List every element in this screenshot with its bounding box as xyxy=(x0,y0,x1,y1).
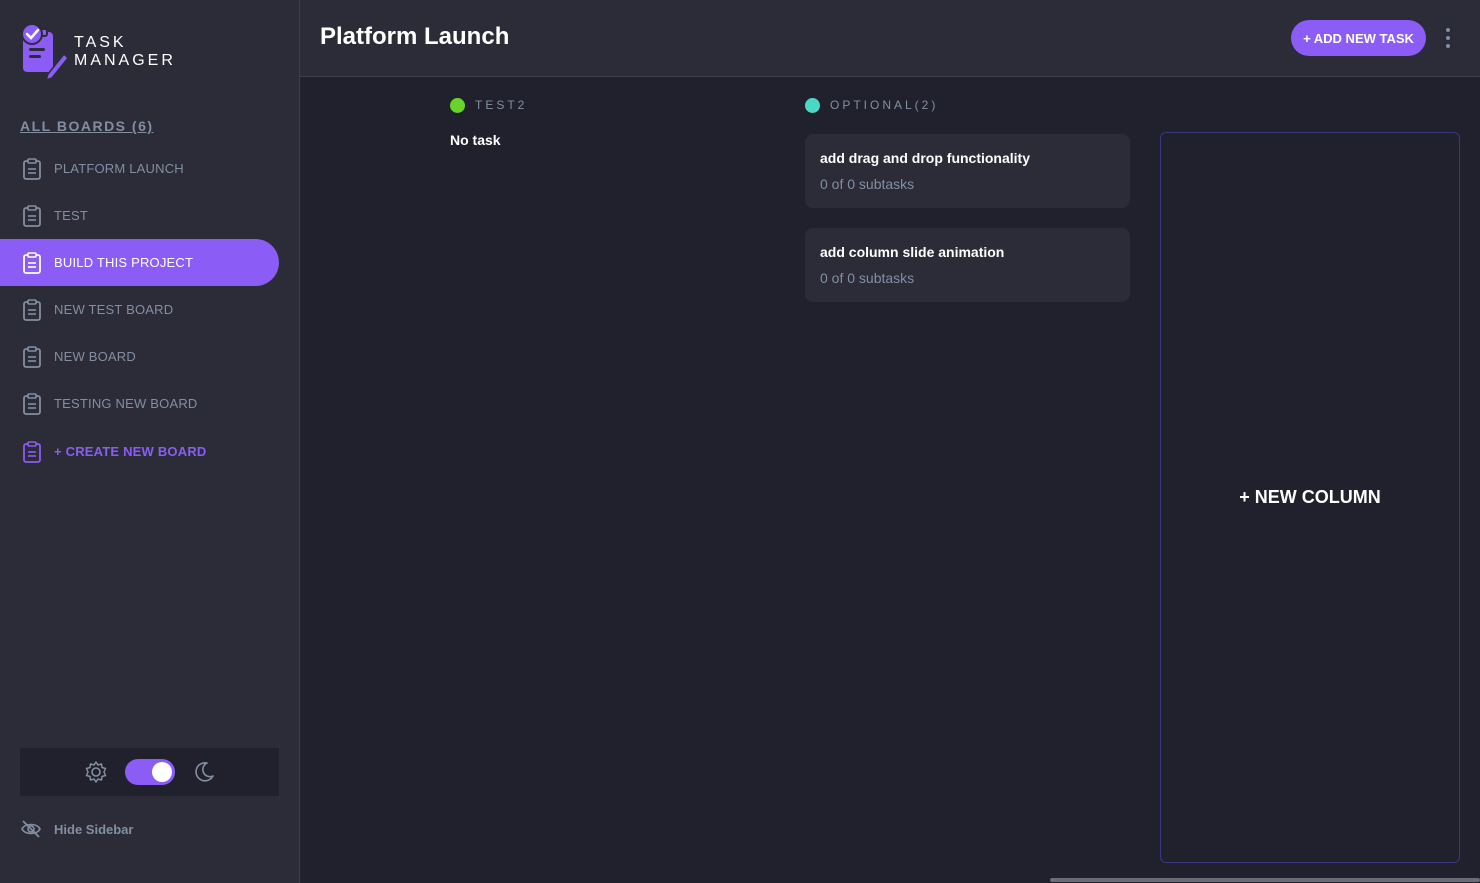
task-card[interactable]: add drag and drop functionality 0 of 0 s… xyxy=(805,134,1130,208)
clipboard-icon xyxy=(23,298,41,321)
theme-toggle[interactable] xyxy=(124,759,175,785)
sidebar-item-new-test-board[interactable]: NEW TEST BOARD xyxy=(0,286,279,333)
task-subtasks: 0 of 0 subtasks xyxy=(820,270,915,286)
header: Platform Launch + ADD NEW TASK xyxy=(300,0,1480,77)
column-color-dot xyxy=(450,97,465,113)
board-list: PLATFORM LAUNCH TEST BUILD THIS PROJECT … xyxy=(0,145,279,475)
sidebar-item-label: BUILD THIS PROJECT xyxy=(54,255,194,270)
clipboard-icon xyxy=(23,345,41,368)
clipboard-icon xyxy=(23,392,41,415)
dark-theme-icon xyxy=(194,762,214,782)
theme-switcher xyxy=(20,748,279,796)
new-column-button[interactable]: + NEW COLUMN xyxy=(1160,132,1460,863)
column-title: TEST2 xyxy=(475,98,528,112)
app: TASK MANAGER ALL BOARDS (6) PLATFORM LAU… xyxy=(0,0,1480,883)
task-subtasks: 0 of 0 subtasks xyxy=(820,176,915,192)
sidebar-item-label: NEW BOARD xyxy=(54,349,136,364)
logo-text: TASK MANAGER xyxy=(74,34,176,70)
column-title: OPTIONAL(2) xyxy=(830,98,939,112)
sidebar-item-label: TESTING NEW BOARD xyxy=(54,396,198,411)
toggle-knob xyxy=(151,762,172,782)
create-new-board-button[interactable]: + CREATE NEW BOARD xyxy=(0,428,279,475)
horizontal-scrollbar[interactable] xyxy=(1050,878,1480,882)
board-column-test2: TEST2 No task xyxy=(450,96,775,148)
clipboard-icon xyxy=(23,251,41,274)
sidebar-item-build-this-project[interactable]: BUILD THIS PROJECT xyxy=(0,239,279,286)
sidebar-item-testing-new-board[interactable]: TESTING NEW BOARD xyxy=(0,380,279,427)
clipboard-icon xyxy=(23,157,41,180)
light-theme-icon xyxy=(85,761,106,783)
column-header: TEST2 xyxy=(450,96,775,114)
column-color-dot xyxy=(805,97,820,113)
sidebar-item-test[interactable]: TEST xyxy=(0,192,279,239)
task-title: add drag and drop functionality xyxy=(820,150,1030,166)
create-new-board-label: + CREATE NEW BOARD xyxy=(54,444,207,459)
logo: TASK MANAGER xyxy=(20,24,176,80)
kebab-menu-icon[interactable] xyxy=(1438,26,1458,50)
task-title: add column slide animation xyxy=(820,244,1005,260)
task-card[interactable]: add column slide animation 0 of 0 subtas… xyxy=(805,228,1130,302)
sidebar-item-platform-launch[interactable]: PLATFORM LAUNCH xyxy=(0,145,279,192)
logo-line-2: MANAGER xyxy=(74,52,176,69)
column-header: OPTIONAL(2) xyxy=(805,96,1130,114)
clipboard-icon xyxy=(23,204,41,227)
all-boards-heading[interactable]: ALL BOARDS (6) xyxy=(20,118,154,134)
sidebar-item-label: PLATFORM LAUNCH xyxy=(54,161,184,176)
hide-sidebar-label: Hide Sidebar xyxy=(54,821,134,837)
sidebar: TASK MANAGER ALL BOARDS (6) PLATFORM LAU… xyxy=(0,0,300,883)
add-new-task-button[interactable]: + ADD NEW TASK xyxy=(1291,20,1426,56)
empty-column-text: No task xyxy=(450,132,501,148)
logo-line-1: TASK xyxy=(74,34,127,51)
sidebar-item-label: TEST xyxy=(54,208,89,223)
board-column-optional: OPTIONAL(2) add drag and drop functional… xyxy=(805,96,1130,302)
page-title: Platform Launch xyxy=(320,23,510,50)
clipboard-icon xyxy=(23,440,41,463)
sidebar-item-label: NEW TEST BOARD xyxy=(54,302,174,317)
sidebar-item-new-board[interactable]: NEW BOARD xyxy=(0,333,279,380)
hide-sidebar-button[interactable]: Hide Sidebar xyxy=(20,818,133,840)
task-manager-logo-icon xyxy=(21,24,70,80)
eye-slash-icon xyxy=(21,820,41,838)
